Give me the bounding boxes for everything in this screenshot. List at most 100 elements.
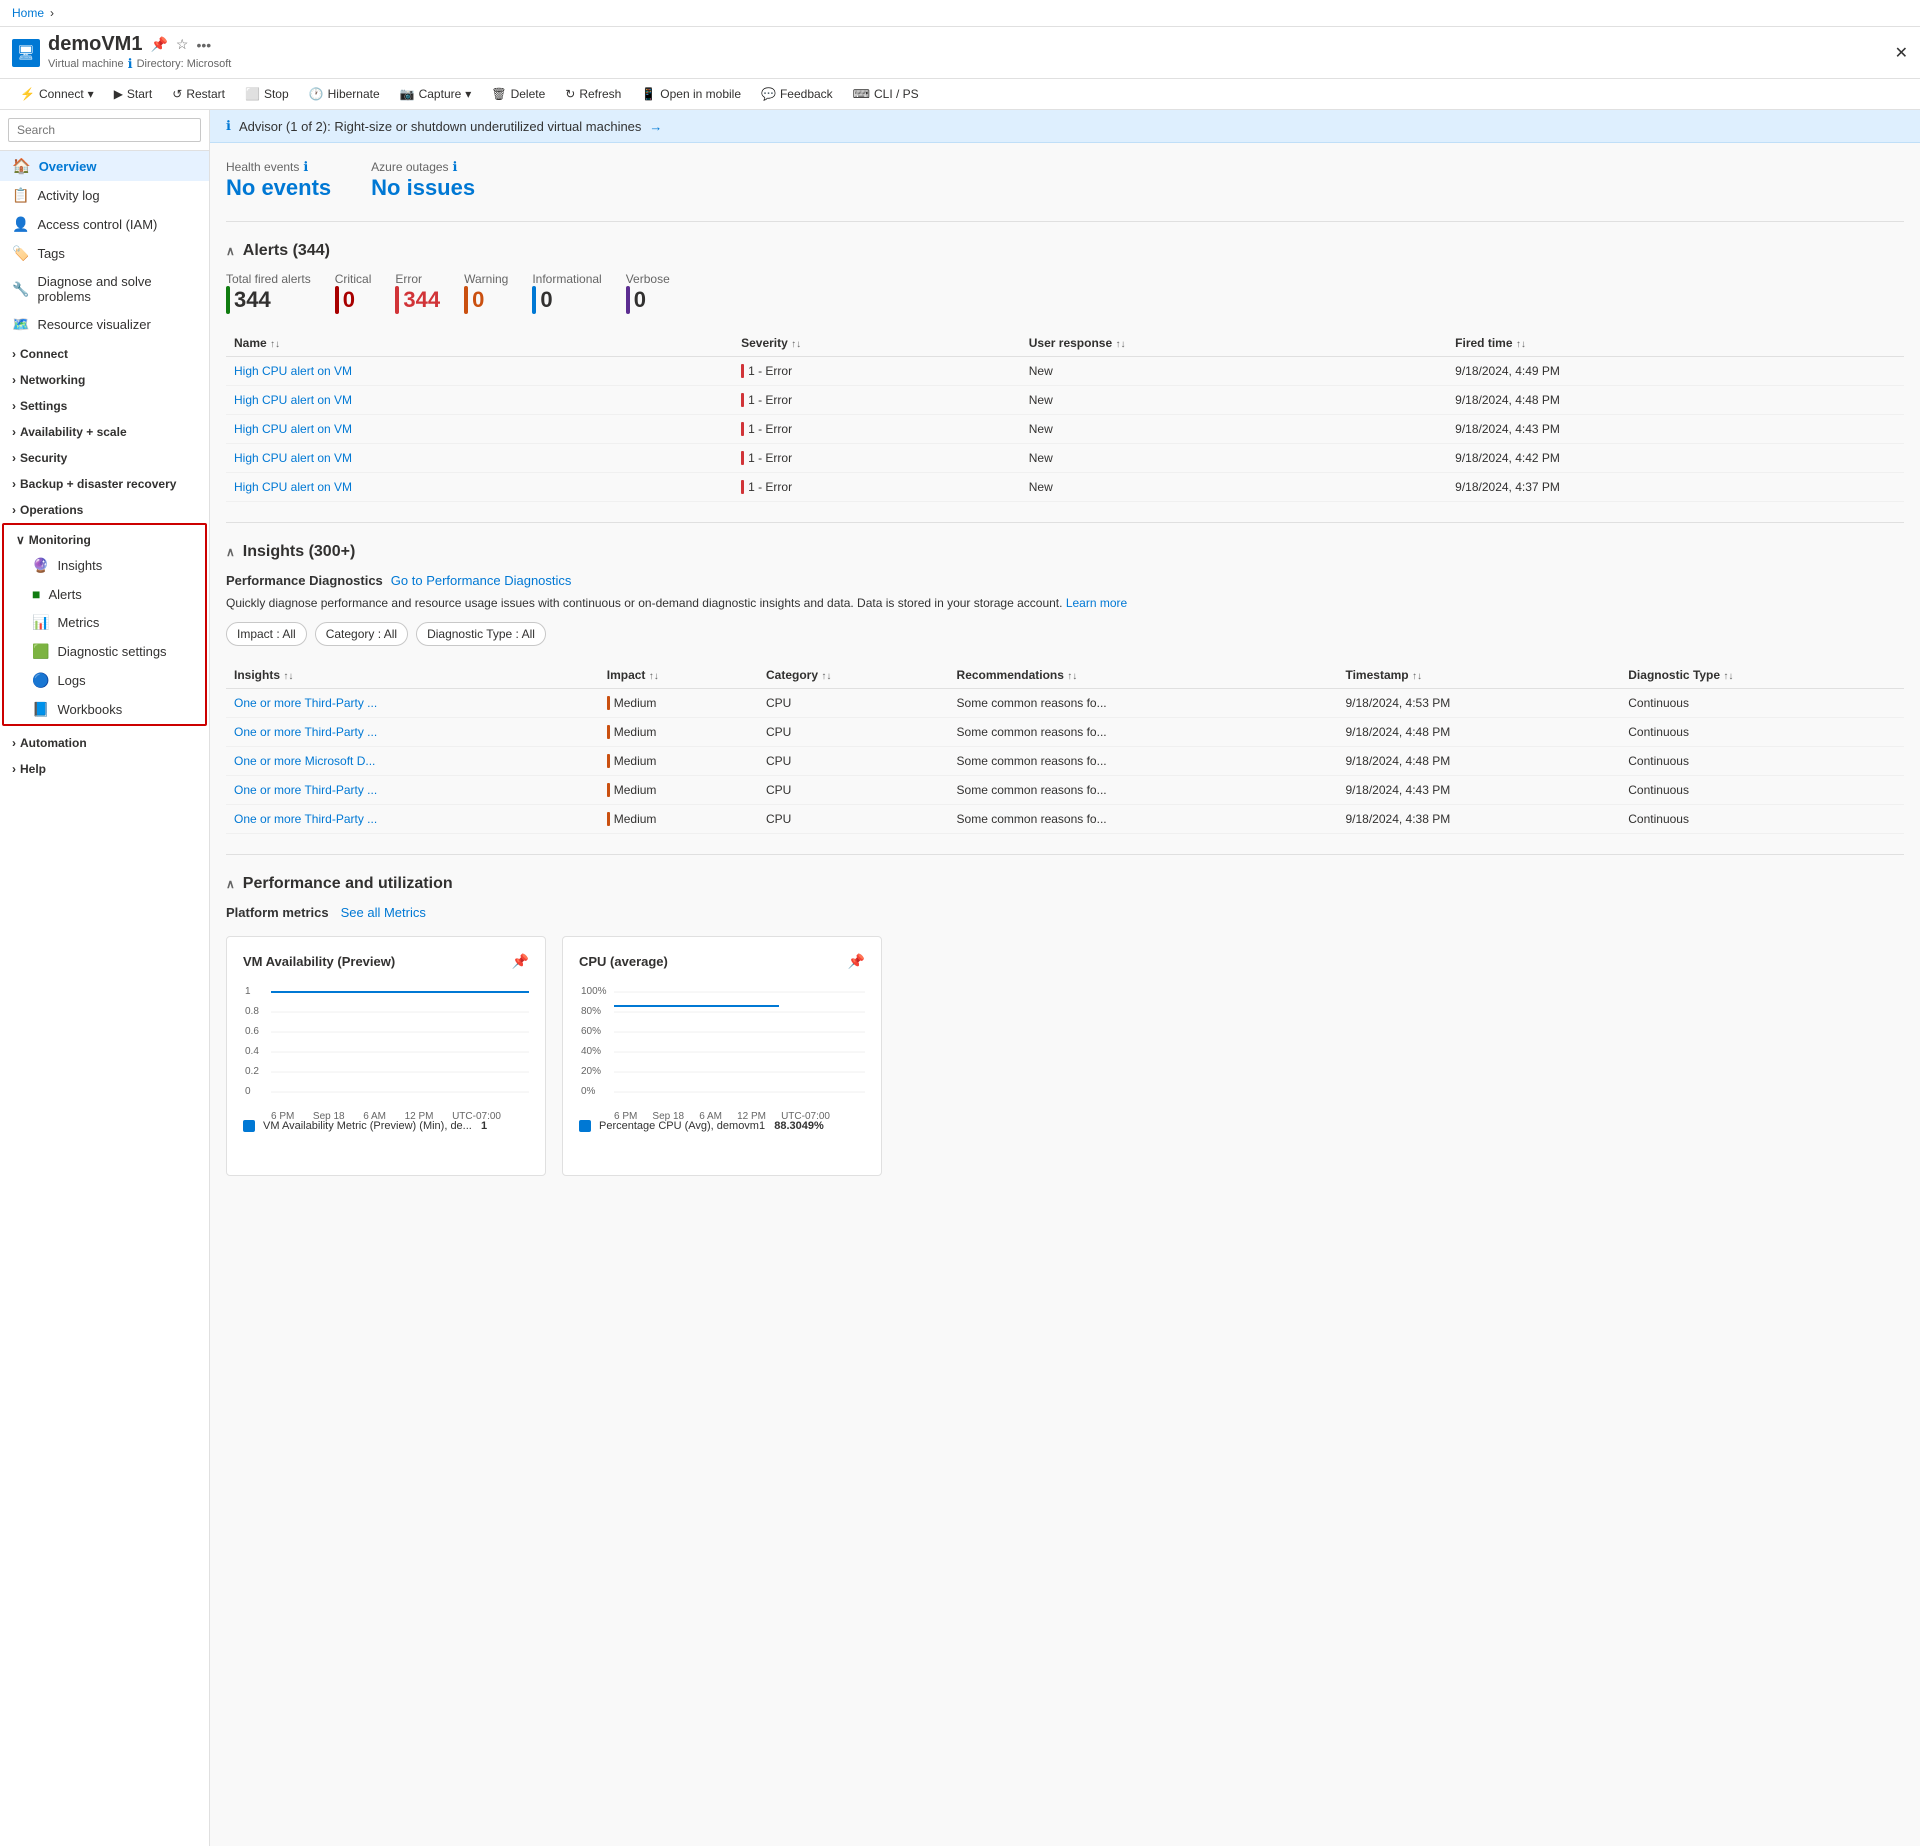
- hibernate-button[interactable]: 🕐 Hibernate: [301, 83, 388, 105]
- sidebar-group-networking[interactable]: › Networking: [0, 365, 209, 391]
- insight-timestamp: 9/18/2024, 4:38 PM: [1337, 805, 1620, 834]
- insights-title: Insights (300+): [243, 543, 355, 561]
- sidebar-group-monitoring[interactable]: ∨ Monitoring: [4, 525, 205, 551]
- perf-diag-link[interactable]: Go to Performance Diagnostics: [391, 573, 572, 588]
- col-user-response[interactable]: User response ↑↓: [1021, 330, 1447, 357]
- connect-button[interactable]: ⚡ Connect ▾: [12, 83, 102, 105]
- star-icon[interactable]: ☆: [176, 36, 189, 53]
- insight-link[interactable]: One or more Third-Party ...: [234, 696, 377, 710]
- sidebar-group-operations[interactable]: › Operations: [0, 495, 209, 521]
- insight-link[interactable]: One or more Third-Party ...: [234, 725, 377, 739]
- alert-fired-time: 9/18/2024, 4:37 PM: [1447, 473, 1904, 502]
- open-mobile-button[interactable]: 📱 Open in mobile: [633, 83, 749, 105]
- start-button[interactable]: ▶ Start: [106, 83, 161, 105]
- sidebar-item-insights[interactable]: 🔮 Insights: [4, 551, 205, 580]
- col-recommendations[interactable]: Recommendations ↑↓: [949, 662, 1338, 689]
- sidebar-item-logs[interactable]: 🔵 Logs: [4, 666, 205, 695]
- insight-impact: Medium: [599, 805, 758, 834]
- sidebar-group-availability[interactable]: › Availability + scale: [0, 417, 209, 443]
- divider-2: [226, 522, 1904, 523]
- verbose-alerts: Verbose 0: [626, 272, 670, 314]
- svg-text:1: 1: [245, 986, 251, 997]
- sidebar-item-activity-log[interactable]: 📋 Activity log: [0, 181, 209, 210]
- sidebar-group-settings[interactable]: › Settings: [0, 391, 209, 417]
- sidebar-item-resource-visualizer[interactable]: 🗺️ Resource visualizer: [0, 310, 209, 339]
- alert-name-link[interactable]: High CPU alert on VM: [234, 364, 352, 378]
- insight-link[interactable]: One or more Microsoft D...: [234, 754, 375, 768]
- filter-impact[interactable]: Impact : All: [226, 622, 307, 646]
- alert-name-link[interactable]: High CPU alert on VM: [234, 480, 352, 494]
- insights-collapse-icon: ∧: [226, 545, 235, 559]
- table-row: One or more Third-Party ... Medium CPU S…: [226, 776, 1904, 805]
- col-fired-time[interactable]: Fired time ↑↓: [1447, 330, 1904, 357]
- alerts-section-header[interactable]: ∧ Alerts (344): [226, 242, 1904, 260]
- metrics-icon: 📊: [32, 614, 49, 631]
- sidebar-item-workbooks[interactable]: 📘 Workbooks: [4, 695, 205, 724]
- col-category[interactable]: Category ↑↓: [758, 662, 949, 689]
- severity-bar: [741, 393, 744, 407]
- info-bar: [532, 286, 536, 314]
- recommendations-sort: ↑↓: [1067, 671, 1077, 682]
- main-layout: 🏠 Overview 📋 Activity log 👤 Access contr…: [0, 110, 1920, 1846]
- insight-link[interactable]: One or more Third-Party ...: [234, 783, 377, 797]
- restart-button[interactable]: ↺ Restart: [164, 83, 233, 105]
- sidebar-group-automation[interactable]: › Automation: [0, 728, 209, 754]
- sidebar-group-connect[interactable]: › Connect: [0, 339, 209, 365]
- col-name[interactable]: Name ↑↓: [226, 330, 733, 357]
- sidebar-group-security[interactable]: › Security: [0, 443, 209, 469]
- feedback-button[interactable]: 💬 Feedback: [753, 83, 841, 105]
- alert-name-link[interactable]: High CPU alert on VM: [234, 422, 352, 436]
- col-diag-type[interactable]: Diagnostic Type ↑↓: [1620, 662, 1904, 689]
- pin-icon[interactable]: 📌: [150, 36, 167, 53]
- alert-name-link[interactable]: High CPU alert on VM: [234, 393, 352, 407]
- informational-alerts: Informational 0: [532, 272, 601, 314]
- more-icon[interactable]: •••: [196, 37, 211, 53]
- breadcrumb: Home ›: [0, 0, 1920, 27]
- delete-button[interactable]: 🗑 Delete: [483, 83, 553, 105]
- learn-more-link[interactable]: Learn more: [1066, 596, 1127, 610]
- sidebar-item-tags[interactable]: 🏷️ Tags: [0, 239, 209, 268]
- start-icon: ▶: [114, 87, 123, 101]
- insight-link[interactable]: One or more Third-Party ...: [234, 812, 377, 826]
- filter-category[interactable]: Category : All: [315, 622, 408, 646]
- performance-section-header[interactable]: ∧ Performance and utilization: [226, 875, 1904, 893]
- sidebar-group-backup[interactable]: › Backup + disaster recovery: [0, 469, 209, 495]
- chart-cpu-pin-icon[interactable]: 📌: [848, 953, 865, 970]
- col-timestamp[interactable]: Timestamp ↑↓: [1337, 662, 1620, 689]
- breadcrumb-home[interactable]: Home: [12, 6, 44, 20]
- capture-button[interactable]: 📷 Capture ▾: [392, 83, 480, 105]
- refresh-button[interactable]: ↻ Refresh: [557, 83, 629, 105]
- col-impact[interactable]: Impact ↑↓: [599, 662, 758, 689]
- sidebar-item-alerts[interactable]: ■ Alerts: [4, 580, 205, 608]
- stop-button[interactable]: ⬜ Stop: [237, 83, 297, 105]
- advisor-link[interactable]: →: [649, 119, 662, 134]
- error-alerts: Error 344: [395, 272, 440, 314]
- platform-metrics-label: Platform metrics: [226, 905, 329, 920]
- severity-bar: [741, 364, 744, 378]
- insights-section-header[interactable]: ∧ Insights (300+): [226, 543, 1904, 561]
- svg-text:20%: 20%: [581, 1066, 601, 1077]
- svg-text:0.6: 0.6: [245, 1026, 259, 1037]
- severity-bar: [741, 422, 744, 436]
- sidebar-group-help[interactable]: › Help: [0, 754, 209, 780]
- svg-text:0.2: 0.2: [245, 1066, 259, 1077]
- sidebar-item-metrics[interactable]: 📊 Metrics: [4, 608, 205, 637]
- sidebar-item-access-control[interactable]: 👤 Access control (IAM): [0, 210, 209, 239]
- see-all-metrics-link[interactable]: See all Metrics: [341, 905, 426, 920]
- severity-text: 1 - Error: [748, 422, 792, 436]
- filter-diag-type[interactable]: Diagnostic Type : All: [416, 622, 546, 646]
- critical-alerts: Critical 0: [335, 272, 372, 314]
- perf-diag-label: Performance Diagnostics: [226, 573, 383, 588]
- table-row: One or more Third-Party ... Medium CPU S…: [226, 689, 1904, 718]
- sidebar-item-diagnostic-settings[interactable]: 🟩 Diagnostic settings: [4, 637, 205, 666]
- search-input[interactable]: [8, 118, 201, 142]
- close-button[interactable]: ✕: [1895, 43, 1908, 63]
- col-insight[interactable]: Insights ↑↓: [226, 662, 599, 689]
- sidebar-item-diagnose[interactable]: 🔧 Diagnose and solve problems: [0, 268, 209, 310]
- alert-name-link[interactable]: High CPU alert on VM: [234, 451, 352, 465]
- vm-icon: 🖥: [12, 39, 40, 67]
- chart-vm-pin-icon[interactable]: 📌: [512, 953, 529, 970]
- sidebar-item-overview[interactable]: 🏠 Overview: [0, 151, 209, 181]
- col-severity[interactable]: Severity ↑↓: [733, 330, 1021, 357]
- cli-ps-button[interactable]: ⌨ CLI / PS: [845, 83, 927, 105]
